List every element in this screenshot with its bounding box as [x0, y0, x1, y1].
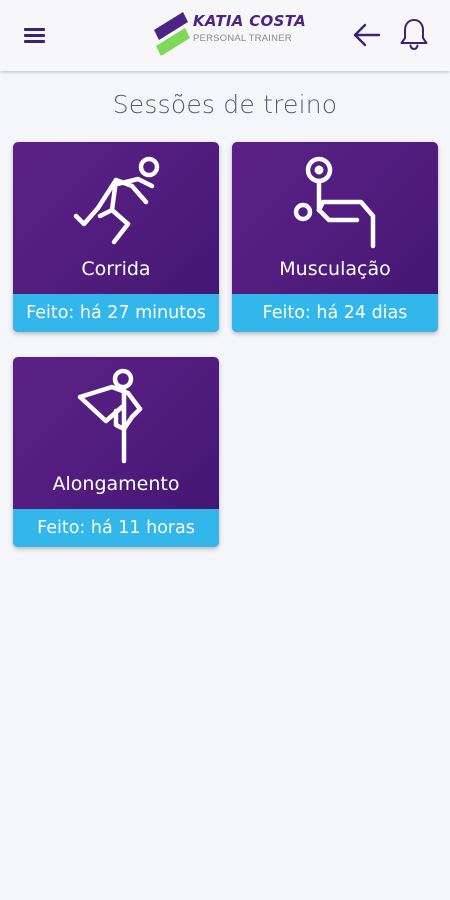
notifications-button[interactable] — [399, 17, 429, 51]
session-name: Musculação — [279, 258, 391, 280]
page-title: Sessões de treino — [112, 90, 338, 119]
brand-logo: KATIA COSTA PERSONAL TRAINER — [152, 6, 306, 64]
session-status: Feito: há 11 horas — [13, 509, 219, 547]
logo-name: KATIA COSTA — [193, 12, 306, 30]
running-icon — [73, 156, 160, 245]
session-card-corrida[interactable]: Corrida Feito: há 27 minutos — [13, 142, 219, 332]
session-card-alongamento[interactable]: Alongamento Feito: há 11 horas — [13, 357, 219, 547]
hamburger-menu-line — [24, 40, 45, 43]
top-app-bar: KATIA COSTA PERSONAL TRAINER — [0, 0, 450, 71]
bell-icon — [400, 19, 428, 51]
back-button[interactable] — [352, 20, 382, 50]
arrow-left-icon — [353, 23, 381, 47]
hamburger-menu-icon — [24, 28, 45, 31]
session-status: Feito: há 24 dias — [232, 294, 438, 332]
session-name: Corrida — [81, 258, 151, 280]
weightlifting-icon — [293, 156, 376, 249]
session-name: Alongamento — [52, 473, 180, 495]
logo-mark-icon — [154, 12, 190, 56]
logo-subtitle: PERSONAL TRAINER — [193, 33, 292, 44]
menu-button[interactable] — [22, 24, 48, 46]
session-card-musculacao[interactable]: Musculação Feito: há 24 dias — [232, 142, 438, 332]
session-status: Feito: há 27 minutos — [13, 294, 219, 332]
stretching-icon — [77, 368, 143, 464]
hamburger-menu-line — [24, 34, 45, 37]
